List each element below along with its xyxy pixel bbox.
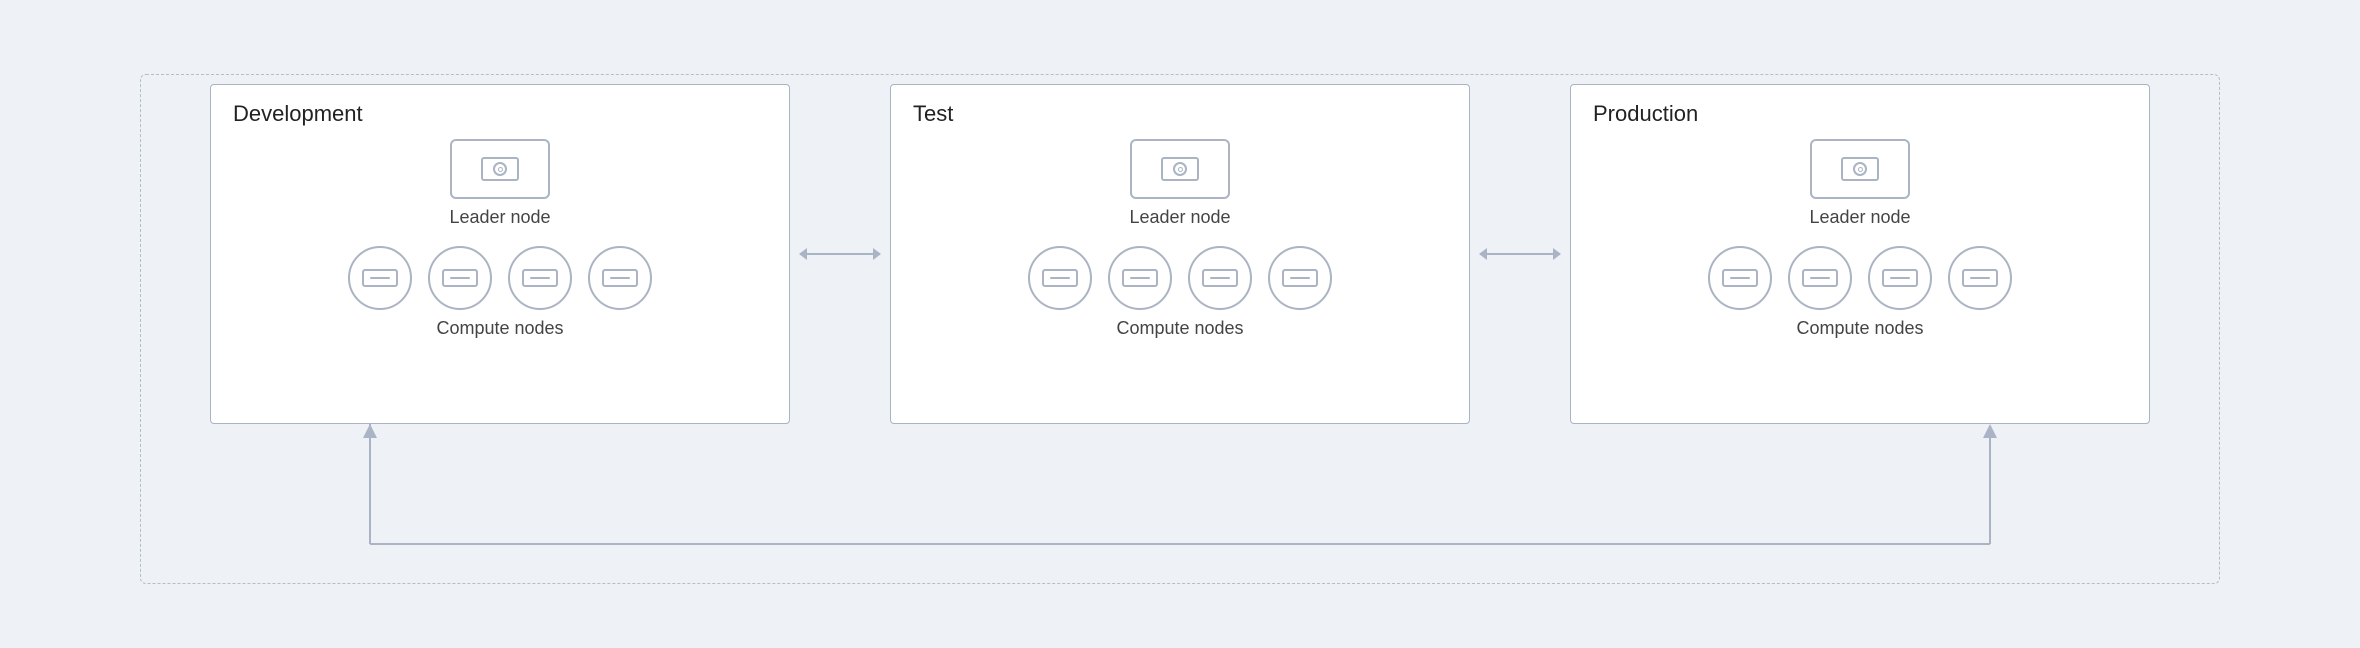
cluster-development-title: Development <box>233 101 363 127</box>
camera-body-dev <box>481 157 519 181</box>
db-icon-test-3 <box>1202 269 1238 287</box>
db-line-dev-1 <box>370 277 390 279</box>
cluster-test-title: Test <box>913 101 953 127</box>
compute-section-prod: Compute nodes <box>1708 246 2012 339</box>
compute-nodes-label-prod: Compute nodes <box>1796 318 1923 339</box>
compute-node-test-3 <box>1188 246 1252 310</box>
db-icon-prod-3 <box>1882 269 1918 287</box>
db-line-test-3 <box>1210 277 1230 279</box>
db-icon-dev-2 <box>442 269 478 287</box>
leader-node-icon-test <box>1130 139 1230 199</box>
diagram-wrapper: Development Leader node <box>80 44 2280 604</box>
leader-node-label-prod: Leader node <box>1809 207 1910 228</box>
compute-section-test: Compute nodes <box>1028 246 1332 339</box>
db-line-dev-4 <box>610 277 630 279</box>
db-icon-test-2 <box>1122 269 1158 287</box>
camera-lens-test <box>1173 162 1187 176</box>
camera-lens-inner-prod <box>1858 167 1863 172</box>
compute-nodes-row-test <box>1028 246 1332 310</box>
db-line-test-1 <box>1050 277 1070 279</box>
leader-node-label-dev: Leader node <box>449 207 550 228</box>
db-icon-prod-1 <box>1722 269 1758 287</box>
arrow-test-to-prod <box>1470 253 1570 255</box>
db-icon-prod-4 <box>1962 269 1998 287</box>
bottom-u-arrow-wrapper <box>80 424 2280 584</box>
db-line-prod-1 <box>1730 277 1750 279</box>
db-icon-dev-1 <box>362 269 398 287</box>
cluster-development: Development Leader node <box>210 84 790 424</box>
db-icon-test-4 <box>1282 269 1318 287</box>
leader-node-icon-dev <box>450 139 550 199</box>
compute-node-test-1 <box>1028 246 1092 310</box>
arrow-dev-to-test-line <box>800 253 880 255</box>
compute-nodes-label-dev: Compute nodes <box>436 318 563 339</box>
compute-node-dev-3 <box>508 246 572 310</box>
camera-lens-inner-test <box>1178 167 1183 172</box>
compute-nodes-row-prod <box>1708 246 2012 310</box>
compute-nodes-row-dev <box>348 246 652 310</box>
db-line-prod-2 <box>1810 277 1830 279</box>
camera-lens-prod <box>1853 162 1867 176</box>
compute-node-dev-4 <box>588 246 652 310</box>
compute-section-dev: Compute nodes <box>348 246 652 339</box>
db-line-test-2 <box>1130 277 1150 279</box>
camera-body-test <box>1161 157 1199 181</box>
db-icon-test-1 <box>1042 269 1078 287</box>
db-line-prod-3 <box>1890 277 1910 279</box>
compute-node-prod-3 <box>1868 246 1932 310</box>
cluster-test: Test Leader node <box>890 84 1470 424</box>
camera-lens-inner-dev <box>498 167 503 172</box>
compute-node-prod-1 <box>1708 246 1772 310</box>
leader-section-prod: Leader node <box>1809 139 1910 228</box>
db-line-dev-2 <box>450 277 470 279</box>
leader-section-test: Leader node <box>1129 139 1230 228</box>
compute-nodes-label-test: Compute nodes <box>1116 318 1243 339</box>
db-icon-dev-4 <box>602 269 638 287</box>
cluster-production-title: Production <box>1593 101 1698 127</box>
db-line-dev-3 <box>530 277 550 279</box>
camera-body-prod <box>1841 157 1879 181</box>
db-line-test-4 <box>1290 277 1310 279</box>
compute-node-prod-4 <box>1948 246 2012 310</box>
top-row: Development Leader node <box>80 84 2280 424</box>
compute-node-test-4 <box>1268 246 1332 310</box>
leader-node-label-test: Leader node <box>1129 207 1230 228</box>
db-icon-dev-3 <box>522 269 558 287</box>
db-line-prod-4 <box>1970 277 1990 279</box>
bottom-u-arrow-svg <box>80 424 2280 584</box>
arrow-dev-to-test <box>790 253 890 255</box>
cluster-production: Production Leader node <box>1570 84 2150 424</box>
leader-node-icon-prod <box>1810 139 1910 199</box>
compute-node-dev-1 <box>348 246 412 310</box>
compute-node-prod-2 <box>1788 246 1852 310</box>
compute-node-dev-2 <box>428 246 492 310</box>
compute-node-test-2 <box>1108 246 1172 310</box>
arrow-test-to-prod-line <box>1480 253 1560 255</box>
db-icon-prod-2 <box>1802 269 1838 287</box>
leader-section-dev: Leader node <box>449 139 550 228</box>
camera-lens-dev <box>493 162 507 176</box>
